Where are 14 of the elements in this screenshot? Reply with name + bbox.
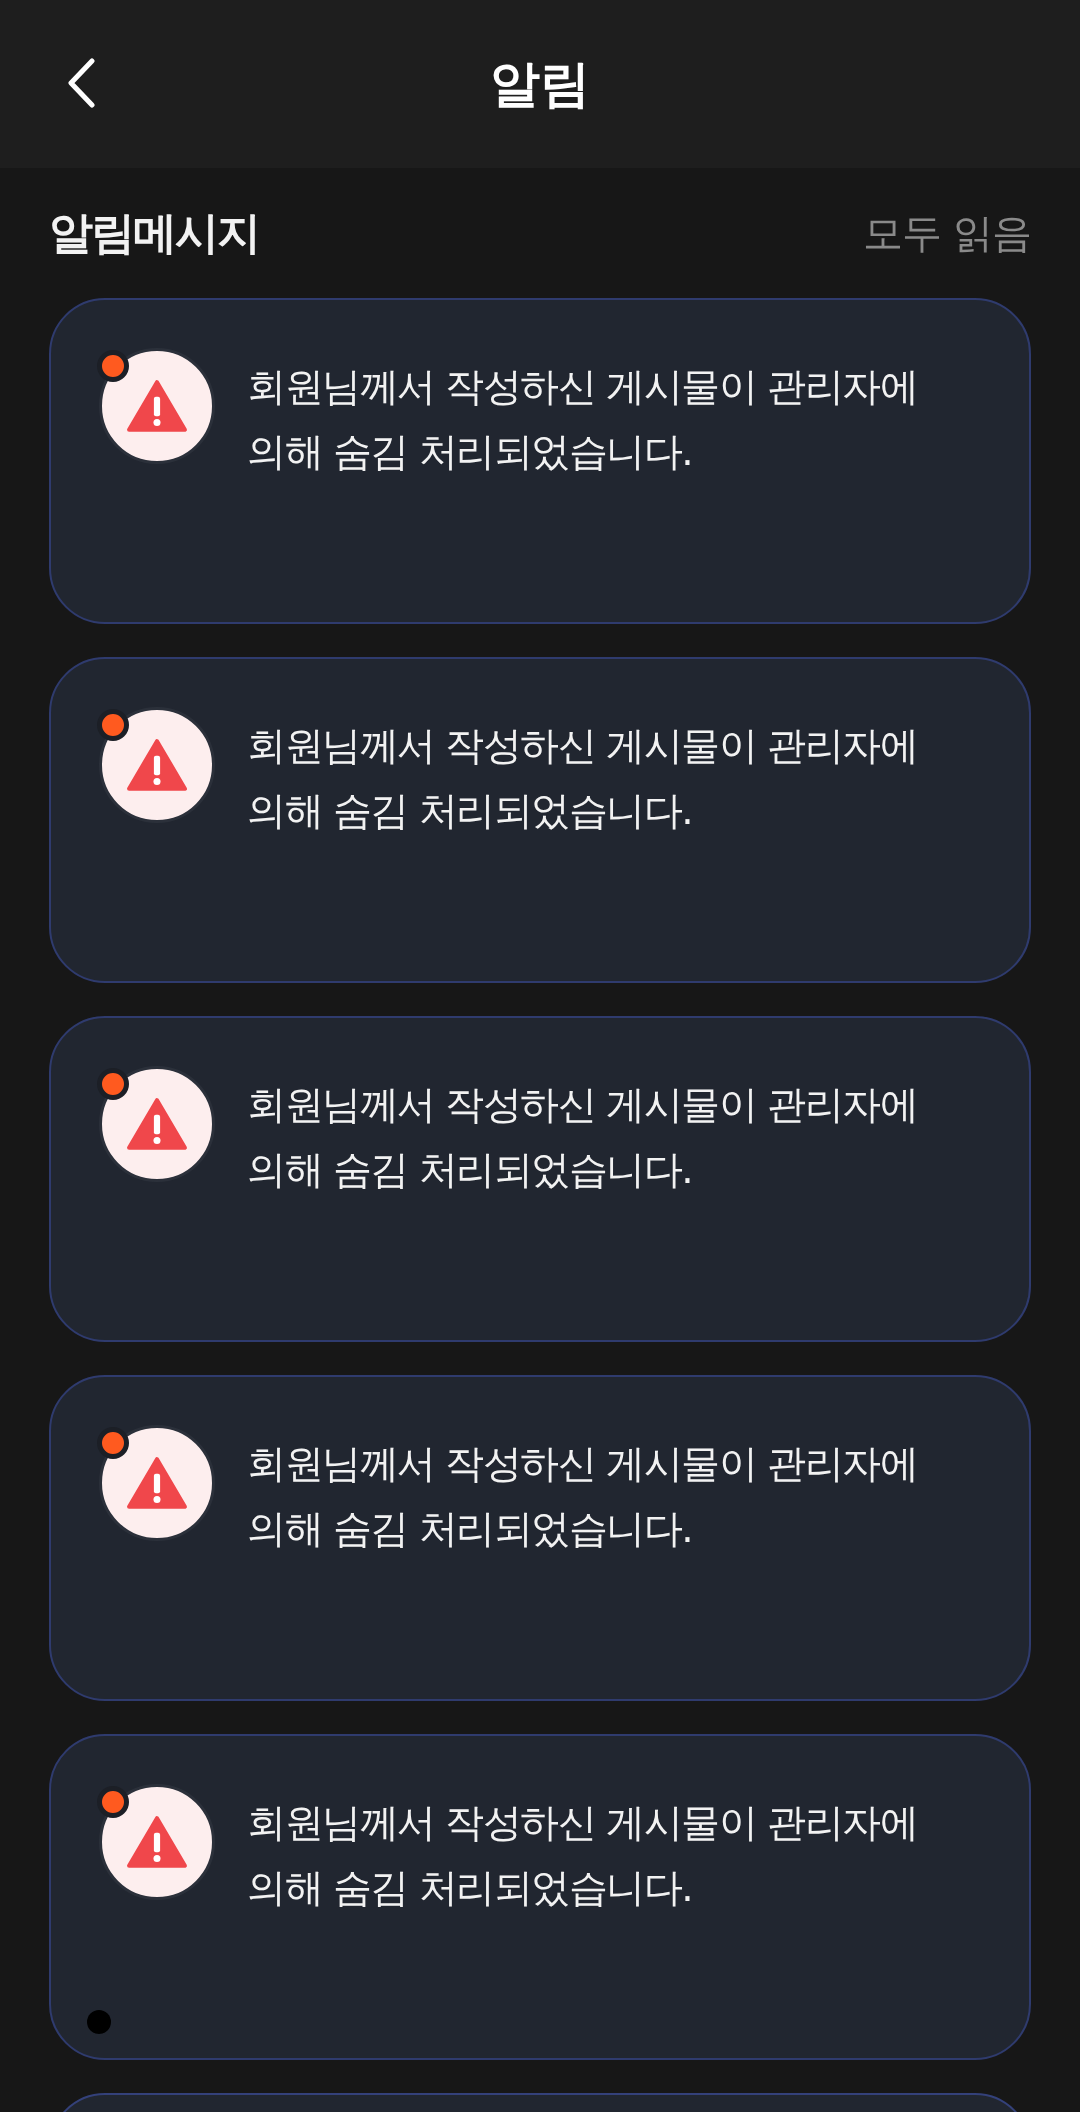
back-button[interactable] <box>66 58 96 108</box>
notification-message: 회원님께서 작성하신 게시물이 관리자에 의해 숨김 처리되었습니다. <box>247 1440 919 1553</box>
notification-card[interactable]: 회원님께서 작성하신 게시물이 관리자에 의해 숨김 처리되었습니다. <box>49 1734 1031 2060</box>
section-title: 알림메시지 <box>49 205 259 260</box>
notification-message: 회원님께서 작성하신 게시물이 관리자에 의해 숨김 처리되었습니다. <box>247 1799 919 1912</box>
notification-card[interactable]: 회원님께서 작성하신 게시물이 관리자에 의해 숨김 처리되었습니다. <box>49 1016 1031 1342</box>
notification-card[interactable]: 회원님께서 작성하신 게시물이 관리자에 의해 숨김 처리되었습니다. <box>49 657 1031 983</box>
notification-card[interactable]: 회원님께서 작성하신 게시물이 관리자에 의해 숨김 처리되었습니다. <box>49 298 1031 624</box>
notification-message: 회원님께서 작성하신 게시물이 관리자에 의해 숨김 처리되었습니다. <box>247 1081 919 1194</box>
mark-all-read-button[interactable]: 모두 읽음 <box>863 205 1031 261</box>
notification-card[interactable]: 회원님께서 작성하신 게시물이 관리자에 의해 숨김 처리되었습니다. <box>49 1375 1031 1701</box>
notification-message: 회원님께서 작성하신 게시물이 관리자에 의해 숨김 처리되었습니다. <box>247 363 919 476</box>
page-title: 알림 <box>490 53 590 115</box>
notification-message: 회원님께서 작성하신 게시물이 관리자에 의해 숨김 처리되었습니다. <box>247 722 919 835</box>
